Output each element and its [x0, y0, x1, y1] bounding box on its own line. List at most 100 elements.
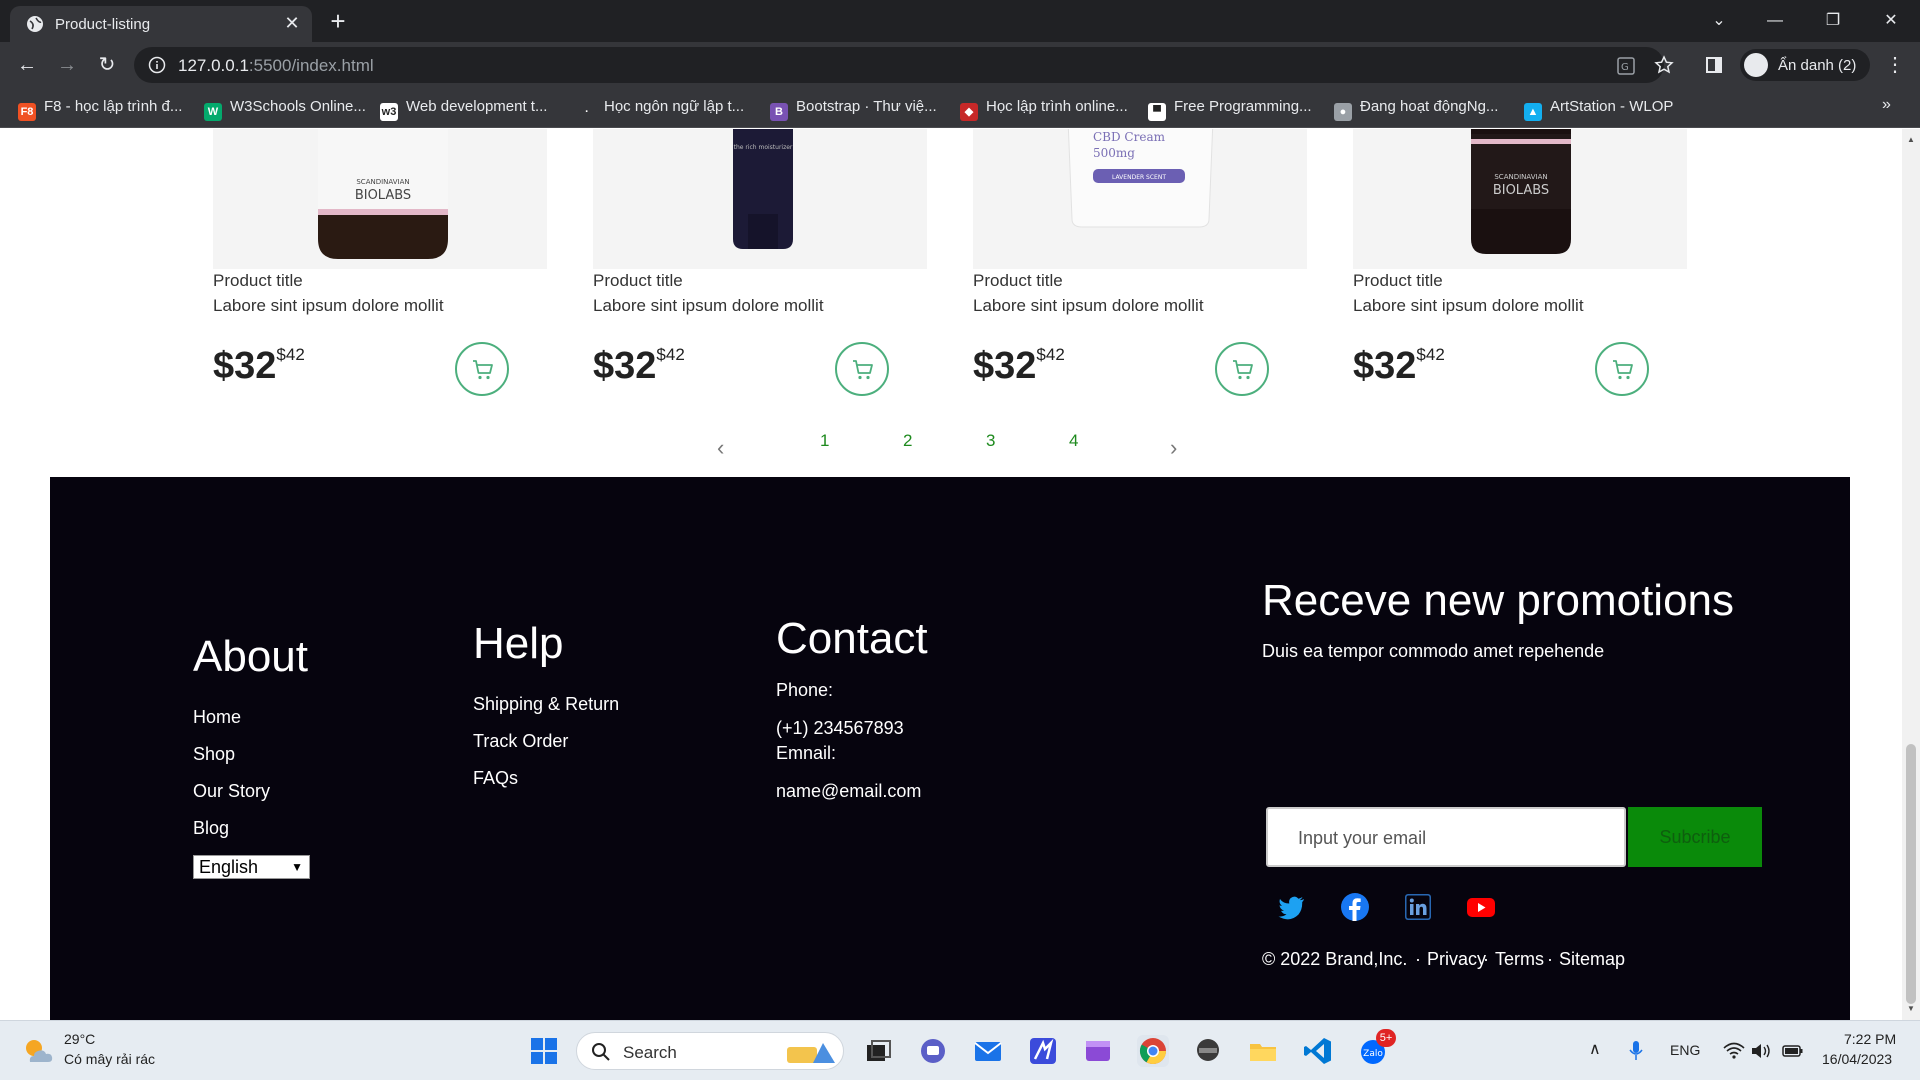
- footer-link-shop[interactable]: Shop: [193, 744, 235, 765]
- teams-chat-icon[interactable]: [917, 1035, 949, 1067]
- promotions-subtext: Duis ea tempor commodo amet repehende: [1262, 641, 1605, 661]
- windows-start-icon[interactable]: [528, 1035, 560, 1067]
- vscode-icon[interactable]: [1302, 1035, 1334, 1067]
- pagination-page-2[interactable]: 2: [903, 431, 912, 451]
- bookmark-item[interactable]: W W3Schools Online...: [204, 98, 366, 121]
- bookmark-item[interactable]: B Bootstrap · Thư việ...: [770, 98, 937, 121]
- scroll-down-icon[interactable]: ▼: [1907, 1004, 1915, 1013]
- battery-icon[interactable]: [1782, 1042, 1804, 1060]
- product-card[interactable]: SCANDINAVIAN BIOLABS Product title Labor…: [213, 129, 547, 399]
- page-scrollbar[interactable]: ▲ ▼: [1902, 129, 1920, 1020]
- url-text: 127.0.0.1:5500/index.html: [178, 56, 374, 75]
- product-title[interactable]: Product title: [973, 271, 1063, 291]
- footer-link-privacy[interactable]: Privacy: [1427, 949, 1486, 970]
- svg-text:SCANDINAVIAN: SCANDINAVIAN: [1494, 173, 1547, 181]
- footer-link-blog[interactable]: Blog: [193, 818, 229, 839]
- bookmark-item[interactable]: ◆ Học lập trình online...: [960, 98, 1128, 121]
- pagination-page-1[interactable]: 1: [820, 431, 829, 451]
- clock-time[interactable]: 7:22 PM: [1844, 1031, 1896, 1047]
- address-bar[interactable]: 127.0.0.1:5500/index.html G: [134, 47, 1664, 83]
- product-price: $32$42: [593, 345, 685, 387]
- bookmark-item[interactable]: ▲ ArtStation - WLOP: [1524, 98, 1673, 121]
- pagination-next-button[interactable]: ›: [1170, 435, 1177, 461]
- product-image: CBD Cream 500mg LAVENDER SCENT: [973, 129, 1307, 269]
- language-select[interactable]: English ▼: [193, 855, 310, 879]
- bookmark-item[interactable]: F8 F8 - học lập trình đ...: [18, 98, 182, 121]
- incognito-profile-button[interactable]: Ẩn danh (2): [1740, 49, 1870, 81]
- side-panel-icon[interactable]: [1704, 55, 1724, 75]
- footer-link-shipping[interactable]: Shipping & Return: [473, 694, 619, 715]
- contact-email-value[interactable]: name@email.com: [776, 781, 921, 802]
- product-card[interactable]: CBD Cream 500mg LAVENDER SCENT Product t…: [973, 129, 1307, 399]
- taskbar-search-box[interactable]: Search: [576, 1032, 844, 1070]
- show-hidden-icons-chevron[interactable]: ∧: [1589, 1039, 1601, 1059]
- helmet-app-icon[interactable]: [1192, 1035, 1224, 1067]
- bookmark-item[interactable]: w3 Web development t...: [380, 98, 548, 121]
- minimize-button[interactable]: —: [1752, 6, 1798, 36]
- product-card[interactable]: the rich moisturizer Product title Labor…: [593, 129, 927, 399]
- add-to-cart-button[interactable]: [1595, 342, 1649, 396]
- pagination-page-4[interactable]: 4: [1069, 431, 1078, 451]
- pagination-prev-button[interactable]: ‹: [717, 435, 724, 461]
- incognito-icon: [1744, 53, 1768, 77]
- twitter-icon[interactable]: [1277, 892, 1307, 922]
- linkedin-icon[interactable]: [1403, 892, 1433, 922]
- bookmark-star-icon[interactable]: [1654, 55, 1674, 75]
- copyright-text: © 2022 Brand,Inc.: [1262, 949, 1408, 969]
- footer-dot: ·: [1415, 949, 1421, 969]
- product-card[interactable]: SCANDINAVIAN BIOLABS Product title Labor…: [1353, 129, 1687, 399]
- microphone-icon[interactable]: [1628, 1040, 1644, 1062]
- chrome-icon[interactable]: [1137, 1035, 1169, 1067]
- footer-link-our-story[interactable]: Our Story: [193, 781, 270, 802]
- file-explorer-icon[interactable]: [1247, 1035, 1279, 1067]
- product-title[interactable]: Product title: [213, 271, 303, 291]
- footer-link-terms[interactable]: Terms: [1495, 949, 1544, 970]
- visual-studio-icon[interactable]: [1027, 1035, 1059, 1067]
- task-view-icon[interactable]: [862, 1035, 894, 1067]
- footer-link-sitemap[interactable]: Sitemap: [1559, 949, 1625, 970]
- bookmark-item[interactable]: ● Đang hoạt độngNg...: [1334, 98, 1498, 121]
- footer-link-track-order[interactable]: Track Order: [473, 731, 568, 752]
- scrollbar-thumb[interactable]: [1906, 744, 1916, 1004]
- browser-menu-icon[interactable]: ⋮: [1880, 50, 1910, 80]
- footer-link-faqs[interactable]: FAQs: [473, 768, 518, 789]
- bookmark-favicon-icon: w3: [380, 103, 398, 121]
- wifi-icon[interactable]: [1722, 1041, 1746, 1061]
- tab-close-icon[interactable]: ✕: [280, 11, 304, 35]
- bookmark-favicon-icon: ●: [1334, 103, 1352, 121]
- back-button[interactable]: ←: [12, 50, 42, 80]
- reload-button[interactable]: ↻: [92, 50, 122, 80]
- clock-date[interactable]: 16/04/2023: [1822, 1051, 1892, 1067]
- add-to-cart-button[interactable]: [455, 342, 509, 396]
- new-tab-button[interactable]: +: [324, 7, 352, 35]
- add-to-cart-button[interactable]: [835, 342, 889, 396]
- tab-search-chevron-icon[interactable]: ⌄: [1696, 6, 1742, 36]
- site-info-icon[interactable]: [148, 56, 166, 74]
- restore-button[interactable]: ❐: [1810, 6, 1856, 36]
- mail-icon[interactable]: [972, 1035, 1004, 1067]
- product-title[interactable]: Product title: [593, 271, 683, 291]
- scroll-up-icon[interactable]: ▲: [1907, 135, 1915, 144]
- tab-product-listing[interactable]: Product-listing ✕: [10, 6, 312, 42]
- bookmark-label: Web development t...: [406, 98, 548, 115]
- bookmark-item[interactable]: ▀ Free Programming...: [1148, 98, 1312, 121]
- bookmarks-overflow-icon[interactable]: »: [1882, 96, 1891, 114]
- close-window-button[interactable]: ✕: [1868, 6, 1914, 36]
- facebook-icon[interactable]: [1340, 892, 1370, 922]
- forward-button[interactable]: →: [52, 50, 82, 80]
- subscribe-button[interactable]: Subcribe: [1628, 807, 1762, 867]
- weather-icon[interactable]: [22, 1036, 54, 1066]
- youtube-icon[interactable]: [1466, 892, 1496, 922]
- bookmark-item[interactable]: · Học ngôn ngữ lập t...: [578, 98, 744, 121]
- cart-icon: [473, 360, 493, 380]
- site-footer: About Home Shop Our Story Blog English ▼ …: [50, 477, 1850, 1020]
- translate-icon[interactable]: G: [1616, 56, 1636, 76]
- add-to-cart-button[interactable]: [1215, 342, 1269, 396]
- input-language[interactable]: ENG: [1670, 1042, 1700, 1058]
- clipchamp-icon[interactable]: [1082, 1035, 1114, 1067]
- volume-icon[interactable]: [1750, 1041, 1772, 1061]
- pagination-page-3[interactable]: 3: [986, 431, 995, 451]
- footer-link-home[interactable]: Home: [193, 707, 241, 728]
- email-subscribe-input[interactable]: Input your email: [1266, 807, 1626, 867]
- product-title[interactable]: Product title: [1353, 271, 1443, 291]
